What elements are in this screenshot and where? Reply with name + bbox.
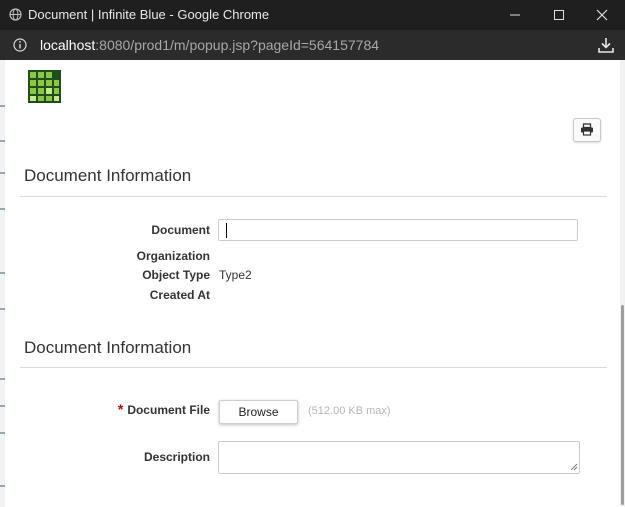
close-button[interactable] xyxy=(580,0,624,30)
section-title: Document Information xyxy=(24,166,192,185)
object-type-value: Type2 xyxy=(219,268,252,282)
window-titlebar: Document | Infinite Blue - Google Chrome xyxy=(0,0,625,30)
url-path: :8080/prod1/m/popup.jsp?pageId=564157784 xyxy=(95,37,380,53)
url-host: localhost xyxy=(40,37,96,53)
document-file-label: * Document File xyxy=(5,401,210,417)
section-divider xyxy=(20,367,607,368)
print-button[interactable] xyxy=(573,118,601,142)
document-input[interactable] xyxy=(218,219,578,241)
globe-icon xyxy=(9,8,22,21)
popup-content: Document Information Document Organizati… xyxy=(5,60,620,507)
created-at-label: Created At xyxy=(149,288,210,302)
text-caret xyxy=(226,223,227,238)
vertical-scrollbar[interactable] xyxy=(620,60,625,507)
close-icon xyxy=(596,9,608,21)
browse-button[interactable]: Browse xyxy=(219,400,298,424)
maximize-icon xyxy=(554,10,564,20)
scrollbar-thumb[interactable] xyxy=(621,305,624,505)
document-label: Document xyxy=(151,223,210,237)
info-icon[interactable] xyxy=(13,38,27,52)
url-text[interactable]: localhost:8080/prod1/m/popup.jsp?pageId=… xyxy=(40,37,379,53)
window-title: Document | Infinite Blue - Google Chrome xyxy=(28,7,270,22)
minimize-button[interactable] xyxy=(493,0,537,30)
description-label: Description xyxy=(143,450,210,464)
resize-grip-icon[interactable] xyxy=(570,463,578,471)
document-file-label-text: Document File xyxy=(127,403,210,417)
address-bar: localhost:8080/prod1/m/popup.jsp?pageId=… xyxy=(0,30,625,60)
required-marker: * xyxy=(117,401,124,417)
description-textarea[interactable] xyxy=(218,441,580,474)
app-logo xyxy=(28,70,61,103)
section-title: Document Information xyxy=(24,338,192,357)
file-size-hint: (512.00 KB max) xyxy=(308,405,391,417)
printer-icon xyxy=(581,123,593,136)
object-type-label: Object Type xyxy=(142,268,210,282)
minimize-icon xyxy=(510,14,520,16)
organization-label: Organization xyxy=(136,249,210,263)
download-icon[interactable] xyxy=(597,36,615,54)
section-divider xyxy=(20,196,607,197)
maximize-button[interactable] xyxy=(537,0,581,30)
